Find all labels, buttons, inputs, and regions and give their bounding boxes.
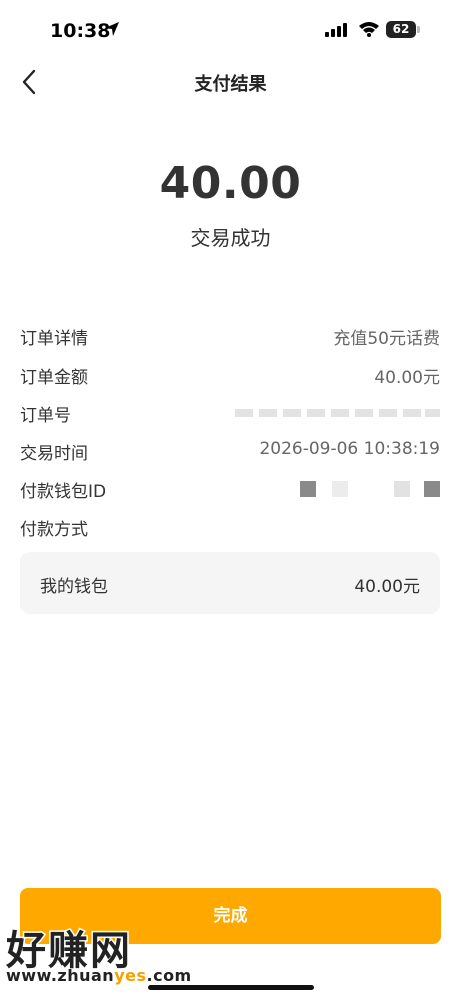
wallet-amount: 40.00元 — [354, 577, 420, 597]
page-title: 支付结果 — [194, 74, 267, 95]
cellular-signal-icon — [325, 23, 347, 37]
wallet-id-row: 付款钱包ID — [20, 475, 440, 505]
order-detail-row: 订单详情 充值50元话费 — [20, 322, 440, 352]
payment-method-row: 付款方式 — [20, 513, 440, 543]
transaction-time-label: 交易时间 — [20, 444, 88, 464]
order-detail-value: 充值50元话费 — [333, 329, 440, 349]
home-indicator — [148, 985, 314, 990]
order-number-label: 订单号 — [20, 406, 71, 426]
battery-cap — [417, 26, 420, 33]
wallet-name: 我的钱包 — [40, 577, 108, 597]
location-arrow-icon — [105, 22, 119, 36]
status-time: 10:38 — [50, 20, 111, 42]
order-amount-label: 订单金额 — [20, 368, 88, 388]
watermark-url: www.zhuanyes.com — [6, 966, 192, 985]
payment-method-label: 付款方式 — [20, 520, 88, 540]
status-bar: 10:38 62 — [0, 0, 461, 62]
order-detail-label: 订单详情 — [20, 329, 88, 349]
order-number-masked — [235, 409, 440, 421]
order-amount-value: 40.00元 — [374, 368, 440, 388]
order-amount-row: 订单金额 40.00元 — [20, 361, 440, 391]
battery-level: 62 — [386, 21, 416, 38]
payment-method-card: 我的钱包 40.00元 — [20, 552, 440, 614]
transaction-status: 交易成功 — [190, 226, 271, 250]
wallet-id-label: 付款钱包ID — [20, 482, 107, 502]
wallet-id-masked — [300, 481, 440, 499]
transaction-time-row: 交易时间 2026-09-06 10:38:19 — [20, 437, 440, 467]
payment-amount: 40.00 — [159, 158, 302, 209]
watermark: 好赚网 www.zhuanyes.com — [0, 918, 200, 988]
wifi-icon — [359, 22, 379, 37]
navigation-bar: 支付结果 — [0, 62, 461, 102]
order-number-row: 订单号 — [20, 399, 440, 429]
transaction-time-value: 2026-09-06 10:38:19 — [259, 439, 440, 459]
